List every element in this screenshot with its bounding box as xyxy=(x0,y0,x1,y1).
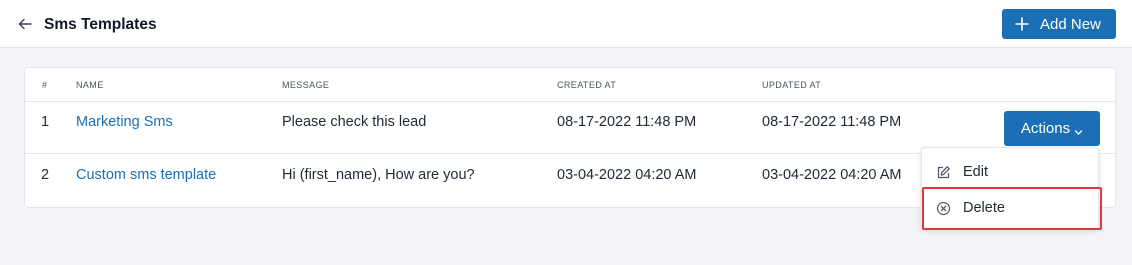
add-new-button[interactable]: Add New xyxy=(1002,9,1116,39)
edit-label: Edit xyxy=(963,164,988,180)
template-name-link[interactable]: Marketing Sms xyxy=(76,114,173,130)
column-header-name: NAME xyxy=(76,80,104,90)
row-index: 2 xyxy=(41,167,50,183)
edit-icon xyxy=(936,165,951,180)
add-new-label: Add New xyxy=(1040,15,1101,33)
plus-icon xyxy=(1015,17,1029,31)
actions-label: Actions xyxy=(1020,120,1071,137)
column-header-index: # xyxy=(42,80,48,90)
updated-at: 03-04-2022 04:20 AM xyxy=(762,167,902,183)
created-at: 03-04-2022 04:20 AM xyxy=(557,167,697,183)
template-message: Hi (first_name), How are you? xyxy=(282,167,475,183)
actions-dropdown-menu: Edit Delete xyxy=(921,147,1099,229)
page-title: Sms Templates xyxy=(44,16,157,33)
template-name-link[interactable]: Custom sms template xyxy=(76,167,216,183)
menu-item-edit[interactable]: Edit xyxy=(922,155,1098,189)
chevron-down-icon xyxy=(1074,124,1083,135)
column-header-created-at: CREATED AT xyxy=(557,80,617,90)
template-message: Please check this lead xyxy=(282,114,427,130)
table-header: # NAME MESSAGE CREATED AT UPDATED AT xyxy=(25,68,1115,102)
column-header-message: MESSAGE xyxy=(282,80,330,90)
back-arrow-icon[interactable] xyxy=(17,16,33,32)
top-bar: Sms Templates Add New xyxy=(0,0,1132,48)
column-header-updated-at: UPDATED AT xyxy=(762,80,822,90)
actions-button[interactable]: Actions xyxy=(1004,111,1100,146)
delete-icon xyxy=(936,201,951,216)
updated-at: 08-17-2022 11:48 PM xyxy=(762,114,902,130)
delete-label: Delete xyxy=(963,200,1005,216)
row-index: 1 xyxy=(41,114,50,130)
menu-item-delete[interactable]: Delete xyxy=(922,191,1098,225)
created-at: 08-17-2022 11:48 PM xyxy=(557,114,697,130)
